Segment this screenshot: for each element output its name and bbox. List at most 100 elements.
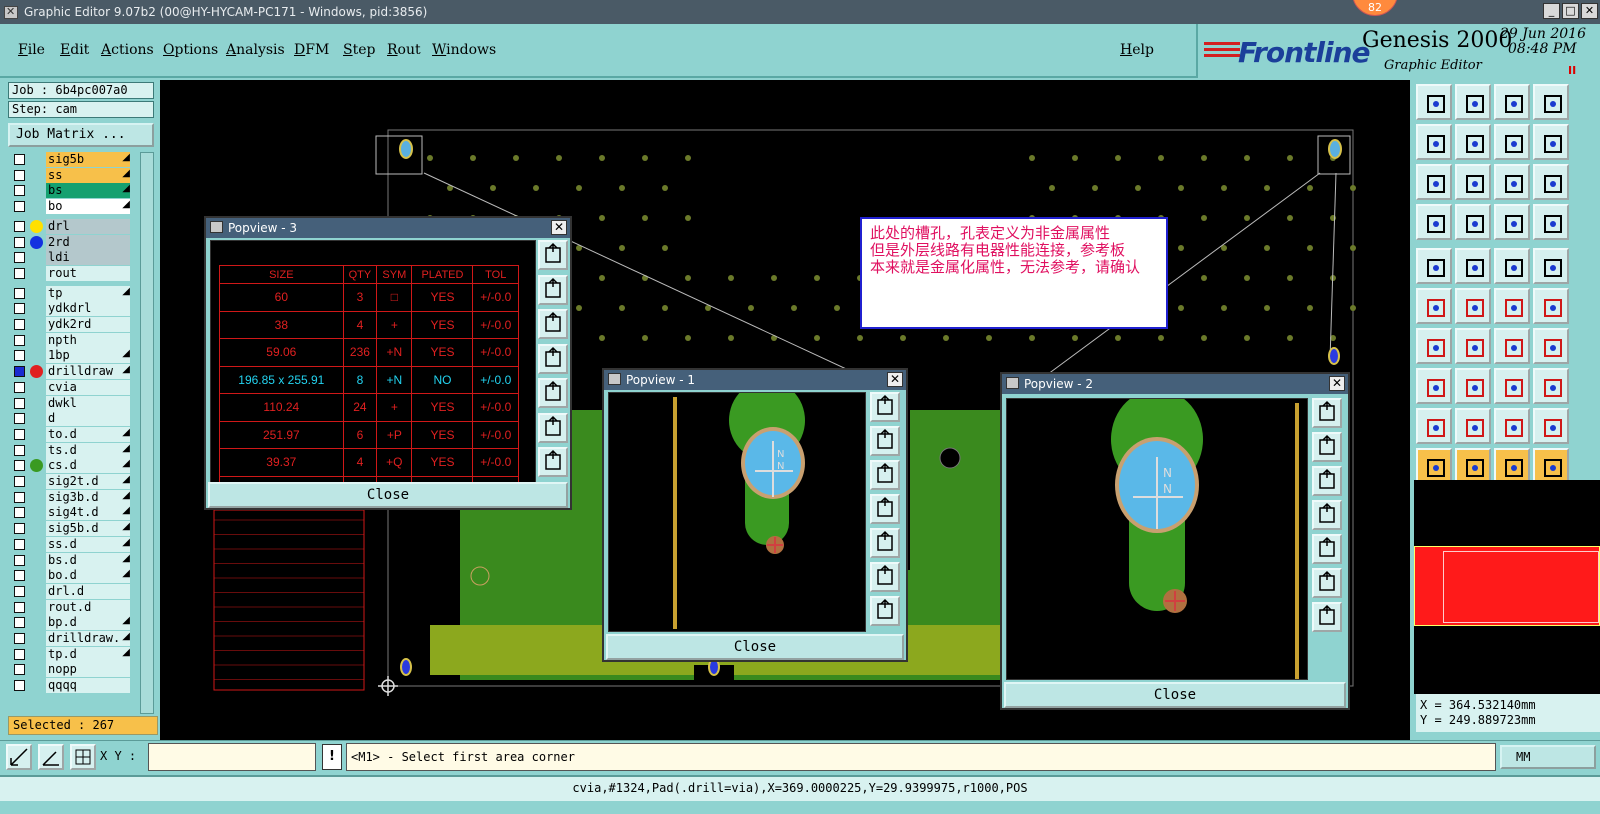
layer-checkbox[interactable]	[14, 648, 25, 660]
layer-checkbox[interactable]	[14, 538, 25, 550]
arrow-up-icon[interactable]	[1416, 84, 1452, 120]
layer-row[interactable]: ss.d ◢	[8, 536, 132, 552]
layer-name[interactable]: drilldraw	[46, 364, 130, 380]
layer-row[interactable]: drl.d	[8, 583, 132, 599]
menu-windows[interactable]: Windows	[432, 42, 496, 58]
layer-menu-icon[interactable]: ◢	[122, 647, 130, 658]
layer-checkbox[interactable]	[14, 523, 25, 535]
layer-row[interactable]: drilldraw. ◢	[8, 631, 132, 646]
menu-options[interactable]: Options	[163, 42, 218, 58]
move-icon[interactable]	[1494, 288, 1530, 324]
menu-analysis[interactable]: Analysis	[226, 42, 285, 58]
layer-name[interactable]: cs.d	[46, 458, 130, 474]
layer-name[interactable]: qqqq	[46, 678, 130, 694]
layer-row[interactable]: sig3b.d ◢	[8, 489, 132, 505]
layer-checkbox[interactable]	[14, 507, 25, 519]
menu-edit[interactable]: Edit	[60, 42, 89, 58]
popview-1-close-icon[interactable]: ✕	[887, 372, 903, 387]
menu-help[interactable]: Help	[1120, 42, 1154, 58]
layer-row[interactable]: d	[8, 411, 132, 427]
layer-checkbox[interactable]	[14, 428, 25, 440]
layer-checkbox[interactable]	[14, 220, 25, 232]
layer-checkbox[interactable]	[14, 601, 25, 613]
triangle-c-icon[interactable]	[1533, 408, 1569, 444]
layer-name[interactable]: ts.d	[46, 442, 130, 458]
layer-row[interactable]: sig2t.d ◢	[8, 474, 132, 489]
layer-menu-icon[interactable]: ◢	[122, 458, 130, 469]
layer-name[interactable]: bp.d	[46, 615, 130, 631]
layer-checkbox[interactable]	[14, 201, 25, 213]
layer-name[interactable]: bs	[46, 183, 130, 199]
center-icon[interactable]	[1455, 164, 1491, 200]
net-icon[interactable]	[1455, 248, 1491, 284]
layer-name[interactable]: nopp	[46, 662, 130, 678]
layer-menu-icon[interactable]: ◢	[122, 568, 130, 579]
edit-line-icon[interactable]	[1416, 328, 1452, 364]
layer-row[interactable]: ts.d ◢	[8, 442, 132, 458]
layer-name[interactable]: ydkdrl	[46, 301, 130, 317]
layer-row[interactable]: bp.d ◢	[8, 615, 132, 631]
popview-tool-icon[interactable]	[1312, 568, 1342, 598]
layer-row[interactable]: bs.d ◢	[8, 552, 132, 568]
popview-tool-icon[interactable]	[1312, 398, 1342, 428]
popview-tool-icon[interactable]	[538, 274, 568, 305]
layer-row[interactable]: nopp	[8, 662, 132, 678]
copy-icon[interactable]	[1533, 368, 1569, 404]
zoom-prev-icon[interactable]	[1494, 124, 1530, 160]
layer-name[interactable]: dwkl	[46, 395, 130, 411]
layer-menu-icon[interactable]: ◢	[122, 615, 130, 626]
layer-checkbox[interactable]	[14, 381, 25, 393]
layer-checkbox[interactable]	[14, 585, 25, 597]
layer-checkbox[interactable]	[14, 185, 25, 197]
layer-checkbox[interactable]	[14, 303, 25, 315]
zoom-box-icon[interactable]	[1533, 84, 1569, 120]
layer-menu-icon[interactable]: ◢	[122, 631, 130, 642]
layer-checkbox[interactable]	[14, 617, 25, 629]
layer-menu-icon[interactable]: ◢	[122, 474, 130, 485]
layer-menu-icon[interactable]: ◢	[122, 521, 130, 532]
layer-checkbox[interactable]	[14, 633, 25, 644]
layer-checkbox[interactable]	[14, 554, 25, 566]
layer-checkbox[interactable]	[14, 664, 25, 676]
layer-checkbox[interactable]	[14, 491, 25, 503]
pan-right-icon[interactable]	[1455, 124, 1491, 160]
warning-button[interactable]: !	[322, 744, 342, 770]
layer-row[interactable]: ydk2rd	[8, 317, 132, 332]
popview-1-close-button[interactable]: Close	[606, 634, 904, 660]
layer-row[interactable]: sig5b ◢	[8, 152, 132, 167]
layer-name[interactable]: ss	[46, 167, 130, 183]
layer-menu-icon[interactable]: ◢	[122, 286, 130, 297]
arrow-down-icon[interactable]	[1455, 84, 1491, 120]
layer-menu-icon[interactable]: ◢	[122, 443, 130, 454]
layer-menu-icon[interactable]: ◢	[122, 168, 130, 179]
fit-icon[interactable]	[1416, 164, 1452, 200]
edit-diag-icon[interactable]	[1455, 328, 1491, 364]
pointer-sub-icon[interactable]	[1494, 448, 1530, 484]
layer-name[interactable]: ss.d	[46, 536, 130, 552]
layer-row[interactable]: sig5b.d ◢	[8, 521, 132, 537]
layer-toggle-icon[interactable]	[1494, 204, 1530, 240]
layer-name[interactable]: cvia	[46, 379, 130, 395]
popview-tool-icon[interactable]	[870, 562, 900, 592]
close-window-button[interactable]: ✕	[1581, 3, 1598, 19]
popview-3-titlebar[interactable]: Popview - 3 ✕	[206, 218, 570, 238]
layer-name[interactable]: sig5b.d	[46, 521, 130, 537]
popview-tool-icon[interactable]	[538, 447, 568, 477]
layer-checkbox[interactable]	[14, 252, 25, 264]
split-icon[interactable]	[1533, 328, 1569, 364]
layer-checkbox[interactable]	[14, 476, 25, 487]
popview-tool-icon[interactable]	[870, 392, 900, 422]
popview-tool-icon[interactable]	[538, 309, 568, 339]
menu-file[interactable]: File	[18, 42, 45, 58]
layer-menu-icon[interactable]: ◢	[122, 537, 130, 548]
layer-name[interactable]: 2rd	[46, 234, 130, 250]
layer-checkbox[interactable]	[14, 267, 25, 279]
popview-3-close-button[interactable]: Close	[208, 482, 568, 508]
layer-row[interactable]: bo ◢	[8, 199, 132, 215]
layer-row[interactable]: tp.d ◢	[8, 646, 132, 662]
minimize-button[interactable]: _	[1543, 3, 1560, 19]
triangle-icon[interactable]	[1416, 408, 1452, 444]
pan-left-icon[interactable]	[1416, 124, 1452, 160]
route-icon[interactable]	[1455, 204, 1491, 240]
layer-name[interactable]: 1bp	[46, 348, 130, 364]
